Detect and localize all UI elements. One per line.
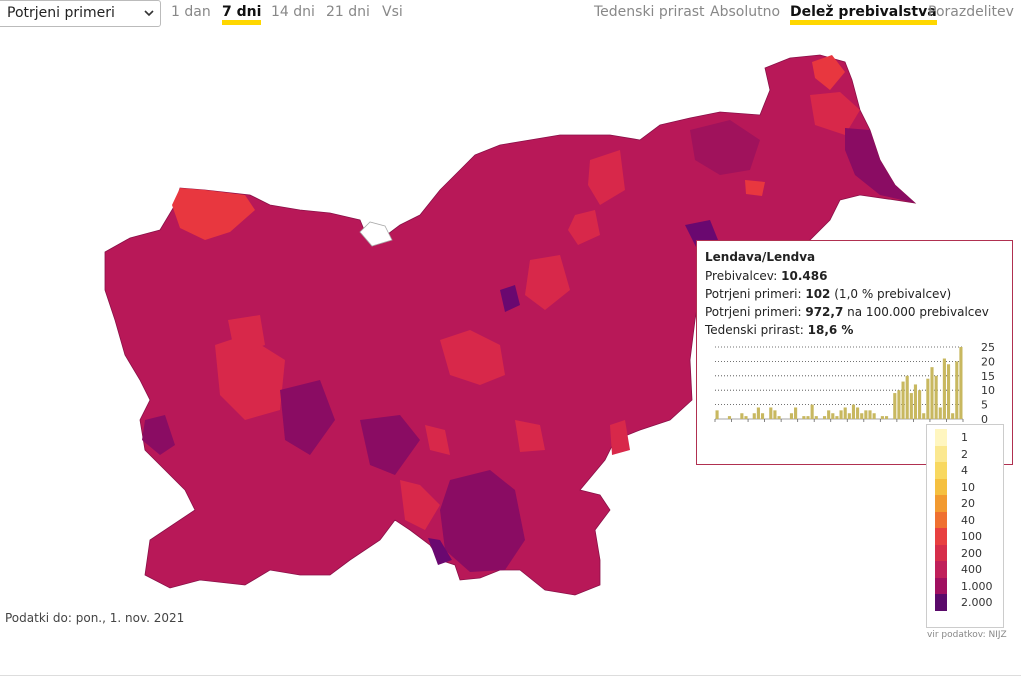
chart-bar (868, 410, 872, 419)
chart-bar (918, 390, 922, 419)
legend-label: 10 (961, 480, 975, 494)
bottom-divider (0, 675, 1021, 676)
legend-label: 200 (961, 546, 982, 560)
chart-bar (814, 416, 818, 419)
chart-bar (806, 416, 810, 419)
tooltip-pop-label: Prebivalcev: (705, 269, 778, 283)
tooltip-per100k-label: Potrjeni primeri: (705, 305, 802, 319)
chart-bar (802, 416, 806, 419)
tooltip-growth-label: Tedenski prirast: (705, 323, 804, 337)
chart-bar (851, 404, 856, 419)
chart-bar (847, 413, 851, 419)
tooltip-per100k-suffix: na 100.000 prebivalcev (847, 305, 989, 319)
data-source: vir podatkov: NIJZ (927, 630, 1007, 640)
chart-bar (951, 413, 955, 419)
chart-bar (744, 416, 748, 419)
tooltip-growth-value: 18,6 % (807, 323, 854, 337)
tooltip-cases-label: Potrjeni primeri: (705, 287, 802, 301)
chart-bar (835, 416, 839, 419)
chart-bar (794, 407, 798, 419)
chart-bar (934, 375, 938, 419)
tooltip-growth: Tedenski prirast: 18,6 % (705, 321, 1004, 339)
chart-bar (822, 416, 827, 419)
chart-bar (913, 384, 918, 419)
chart-bar (926, 378, 930, 419)
chart-bar (769, 407, 773, 419)
y-tick-label: 15 (981, 370, 995, 383)
legend-label: 2.000 (961, 596, 993, 609)
data-date: Podatki do: pon., 1. nov. 2021 (5, 611, 185, 625)
chart-bar (843, 407, 847, 419)
region-red-1[interactable] (745, 180, 765, 196)
tooltip-cases-value: 102 (805, 287, 831, 301)
chart-bar (942, 358, 946, 419)
chart-bar (789, 413, 794, 419)
tooltip-bar-chart: 2520151050 (714, 341, 995, 426)
tooltip-population: Prebivalcev: 10.486 (705, 267, 1004, 285)
color-legend: 1 2 4 10 20 40 100 200 400 1.000 2.000 (926, 424, 1004, 628)
chart-bar (955, 361, 959, 419)
y-tick-label: 10 (981, 384, 995, 397)
y-tick-label: 25 (981, 341, 995, 354)
chart-bar (901, 381, 905, 419)
chart-bar (930, 367, 934, 419)
chart-bar (715, 410, 719, 419)
chart-bar (884, 416, 889, 419)
y-tick-label: 5 (981, 399, 988, 412)
chart-bar (831, 413, 835, 419)
legend-label: 4 (961, 464, 968, 477)
chart-bar (880, 416, 884, 419)
chart-bar (810, 404, 814, 419)
chart-bar (752, 413, 756, 419)
chart-bar (946, 364, 951, 419)
tooltip-pop-value: 10.486 (781, 269, 828, 283)
legend-label: 40 (961, 513, 975, 527)
chart-bar (938, 407, 942, 419)
legend-label: 20 (961, 497, 975, 510)
legend-label: 400 (961, 563, 982, 576)
tooltip-per100k-value: 972,7 (805, 305, 844, 319)
chart-bar (959, 347, 963, 419)
legend-label: 2 (961, 447, 968, 461)
tooltip-title: Lendava/Lendva (705, 250, 816, 264)
chart-bar (773, 410, 777, 419)
chart-bar (864, 410, 868, 419)
tooltip-cases-pct: (1,0 % prebivalcev) (834, 287, 952, 301)
chart-bar (893, 393, 897, 419)
chart-bar (872, 413, 876, 419)
chart-bar (740, 413, 744, 419)
chart-bar (777, 416, 781, 419)
chart-bar (860, 413, 864, 419)
tooltip-per100k: Potrjeni primeri: 972,7 na 100.000 prebi… (705, 303, 1004, 321)
chart-bar (856, 407, 860, 419)
legend-label: 100 (961, 530, 982, 543)
legend-label: 1.000 (961, 579, 993, 593)
chart-bar (756, 407, 760, 419)
chart-bar (727, 416, 732, 419)
chart-bar (897, 390, 901, 419)
legend-label: 1 (961, 431, 968, 444)
chart-bar (760, 413, 765, 419)
chart-bar (839, 410, 843, 419)
chart-bar (827, 410, 831, 419)
y-tick-label: 20 (981, 355, 995, 368)
tooltip-cases: Potrjeni primeri: 102 (1,0 % prebivalcev… (705, 285, 1004, 303)
chart-bar (909, 393, 913, 419)
chart-bar (905, 375, 909, 419)
chart-bar (922, 413, 926, 419)
